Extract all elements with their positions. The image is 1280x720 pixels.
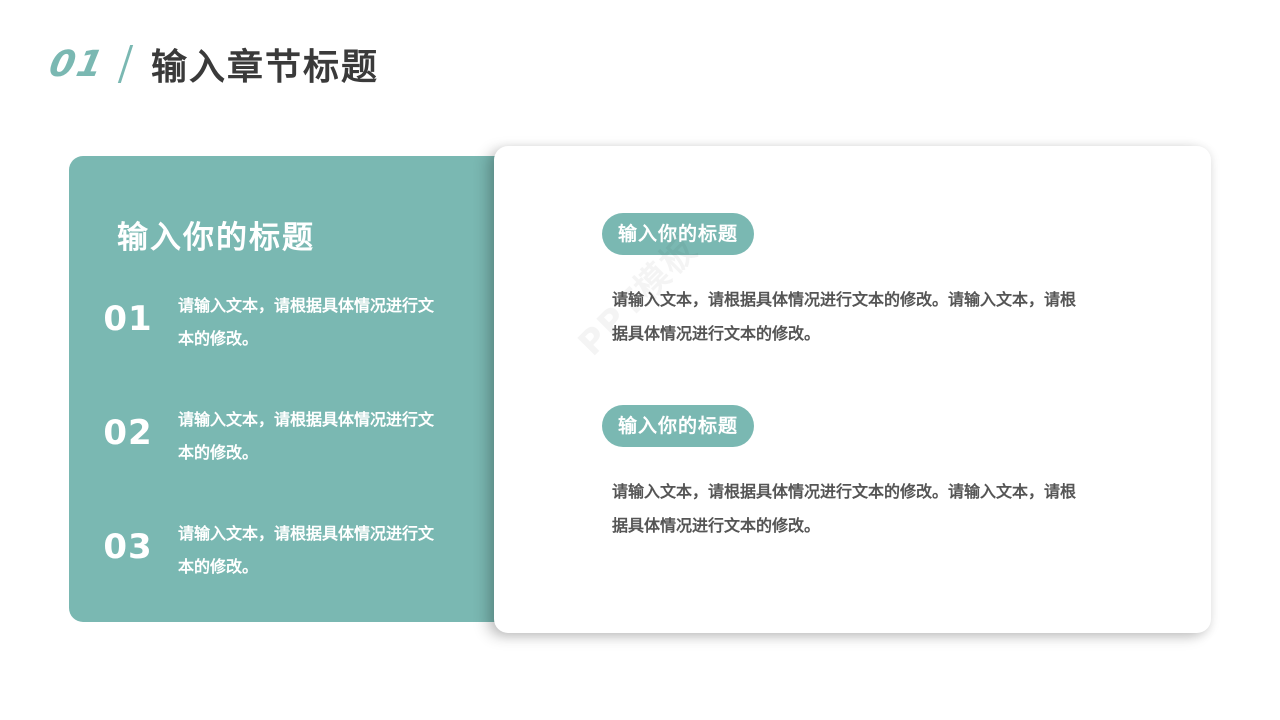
point-text: 请输入文本，请根据具体情况进行文本的修改。 (178, 296, 435, 348)
chapter-number: 01 (45, 43, 109, 85)
section-body-2: 请输入文本，请根据具体情况进行文本的修改。请输入文本，请根据具体情况进行文本的修… (612, 482, 1077, 535)
slide-header: 01 输入章节标题 (46, 38, 380, 90)
chapter-title: 输入章节标题 (151, 47, 380, 88)
header-divider (117, 45, 134, 83)
left-panel: 输入你的标题 01 请输入文本，请根据具体情况进行文本的修改。 02 请输入文本… (69, 156, 509, 622)
left-panel-title: 输入你的标题 (117, 220, 315, 256)
point-item-03: 03 请输入文本，请根据具体情况进行文本的修改。 (99, 517, 499, 577)
point-number: 03 (103, 527, 153, 567)
point-number: 02 (103, 413, 153, 453)
point-item-02: 02 请输入文本，请根据具体情况进行文本的修改。 (99, 403, 499, 463)
point-text: 请输入文本，请根据具体情况进行文本的修改。 (178, 524, 435, 576)
point-text: 请输入文本，请根据具体情况进行文本的修改。 (178, 410, 435, 462)
section-heading-pill-2: 输入你的标题 (602, 405, 755, 447)
point-number: 01 (103, 299, 153, 339)
right-card: 输入你的标题 请输入文本，请根据具体情况进行文本的修改。请输入文本，请根据具体情… (494, 146, 1211, 633)
point-item-01: 01 请输入文本，请根据具体情况进行文本的修改。 (99, 289, 499, 349)
section-body-1: 请输入文本，请根据具体情况进行文本的修改。请输入文本，请根据具体情况进行文本的修… (612, 290, 1077, 343)
